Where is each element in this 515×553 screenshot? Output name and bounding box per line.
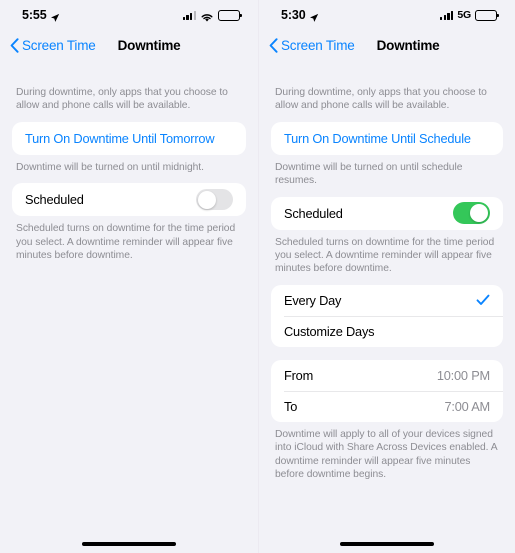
scheduled-card: Scheduled	[12, 183, 246, 217]
home-indicator[interactable]	[340, 542, 434, 546]
toggle-knob	[470, 203, 489, 223]
schedule-from-row[interactable]: From 10:00 PM	[271, 360, 503, 391]
cellular-signal-icon	[439, 10, 454, 20]
phone-screen-left: 5:55 Screen Time Downtime During downtim…	[0, 0, 258, 553]
back-button[interactable]: Screen Time	[10, 38, 96, 53]
schedule-option-label: Customize Days	[284, 323, 375, 339]
scheduled-footnote: Scheduled turns on downtime for the time…	[275, 236, 495, 275]
status-bar-right	[182, 9, 242, 22]
status-time: 5:30	[281, 8, 306, 22]
page-title: Downtime	[376, 37, 440, 53]
scheduled-footnote: Scheduled turns on downtime for the time…	[16, 223, 236, 262]
back-button[interactable]: Screen Time	[269, 38, 355, 53]
schedule-to-value: 7:00 AM	[444, 398, 490, 414]
schedule-times-footnote: Downtime will apply to all of your devic…	[275, 428, 497, 481]
settings-content: During downtime, only apps that you choo…	[0, 60, 258, 525]
schedule-option-every-day[interactable]: Every Day	[271, 285, 503, 316]
intro-description: During downtime, only apps that you choo…	[275, 87, 487, 112]
status-time: 5:55	[22, 8, 47, 22]
scheduled-toggle[interactable]	[453, 202, 490, 224]
status-bar: 5:55	[0, 0, 258, 30]
location-arrow-icon	[50, 10, 60, 22]
status-bar-left: 5:30	[281, 8, 319, 22]
checkmark-icon	[476, 293, 490, 307]
back-button-label: Screen Time	[281, 37, 355, 53]
scheduled-label: Scheduled	[25, 192, 84, 208]
home-indicator-area	[259, 525, 515, 553]
chevron-left-icon	[269, 37, 278, 53]
scheduled-row[interactable]: Scheduled	[12, 183, 246, 216]
toggle-knob	[197, 190, 216, 209]
navigation-bar: Screen Time Downtime	[0, 30, 258, 60]
status-bar-right: 5G	[439, 9, 499, 21]
dual-screenshot-container: 5:55 Screen Time Downtime During downtim…	[0, 0, 515, 553]
turn-on-downtime-button[interactable]: Turn On Downtime Until Schedule	[271, 122, 503, 155]
schedule-to-label: To	[284, 398, 298, 414]
schedule-days-card: Every Day Customize Days	[271, 284, 503, 347]
back-button-label: Screen Time	[22, 37, 96, 53]
location-arrow-icon	[309, 10, 319, 22]
wifi-icon	[200, 10, 214, 22]
turn-on-downtime-footnote: Downtime will be turned on until schedul…	[275, 161, 463, 187]
navigation-bar: Screen Time Downtime	[259, 30, 515, 60]
turn-on-downtime-footnote: Downtime will be turned on until midnigh…	[16, 161, 204, 173]
battery-icon	[218, 9, 242, 21]
phone-screen-right: 5:30 5G Screen Time Downtime During down…	[258, 0, 515, 553]
status-bar: 5:30 5G	[259, 0, 515, 30]
schedule-times-card: From 10:00 PM To 7:00 AM	[271, 359, 503, 422]
page-title: Downtime	[117, 37, 181, 53]
home-indicator-area	[0, 525, 258, 553]
network-type-label: 5G	[457, 9, 471, 21]
schedule-option-customize-days[interactable]: Customize Days	[271, 315, 503, 347]
chevron-left-icon	[10, 37, 19, 53]
scheduled-row[interactable]: Scheduled	[271, 197, 503, 230]
turn-on-downtime-button[interactable]: Turn On Downtime Until Tomorrow	[12, 122, 246, 155]
battery-icon	[475, 9, 499, 21]
settings-content: During downtime, only apps that you choo…	[259, 60, 515, 525]
schedule-from-value: 10:00 PM	[436, 367, 490, 383]
scheduled-toggle[interactable]	[196, 188, 233, 211]
turn-on-downtime-label: Turn On Downtime Until Tomorrow	[25, 130, 215, 146]
intro-description: During downtime, only apps that you choo…	[16, 87, 228, 112]
scheduled-label: Scheduled	[284, 205, 343, 221]
turn-on-downtime-label: Turn On Downtime Until Schedule	[284, 130, 471, 146]
schedule-from-label: From	[284, 367, 314, 383]
schedule-option-label: Every Day	[284, 292, 342, 308]
scheduled-card: Scheduled	[271, 196, 503, 230]
cellular-signal-icon	[182, 10, 196, 20]
turn-on-downtime-card: Turn On Downtime Until Schedule	[271, 121, 503, 155]
turn-on-downtime-card: Turn On Downtime Until Tomorrow	[12, 121, 246, 155]
schedule-to-row[interactable]: To 7:00 AM	[271, 390, 503, 422]
home-indicator[interactable]	[82, 542, 176, 546]
status-bar-left: 5:55	[22, 8, 60, 22]
